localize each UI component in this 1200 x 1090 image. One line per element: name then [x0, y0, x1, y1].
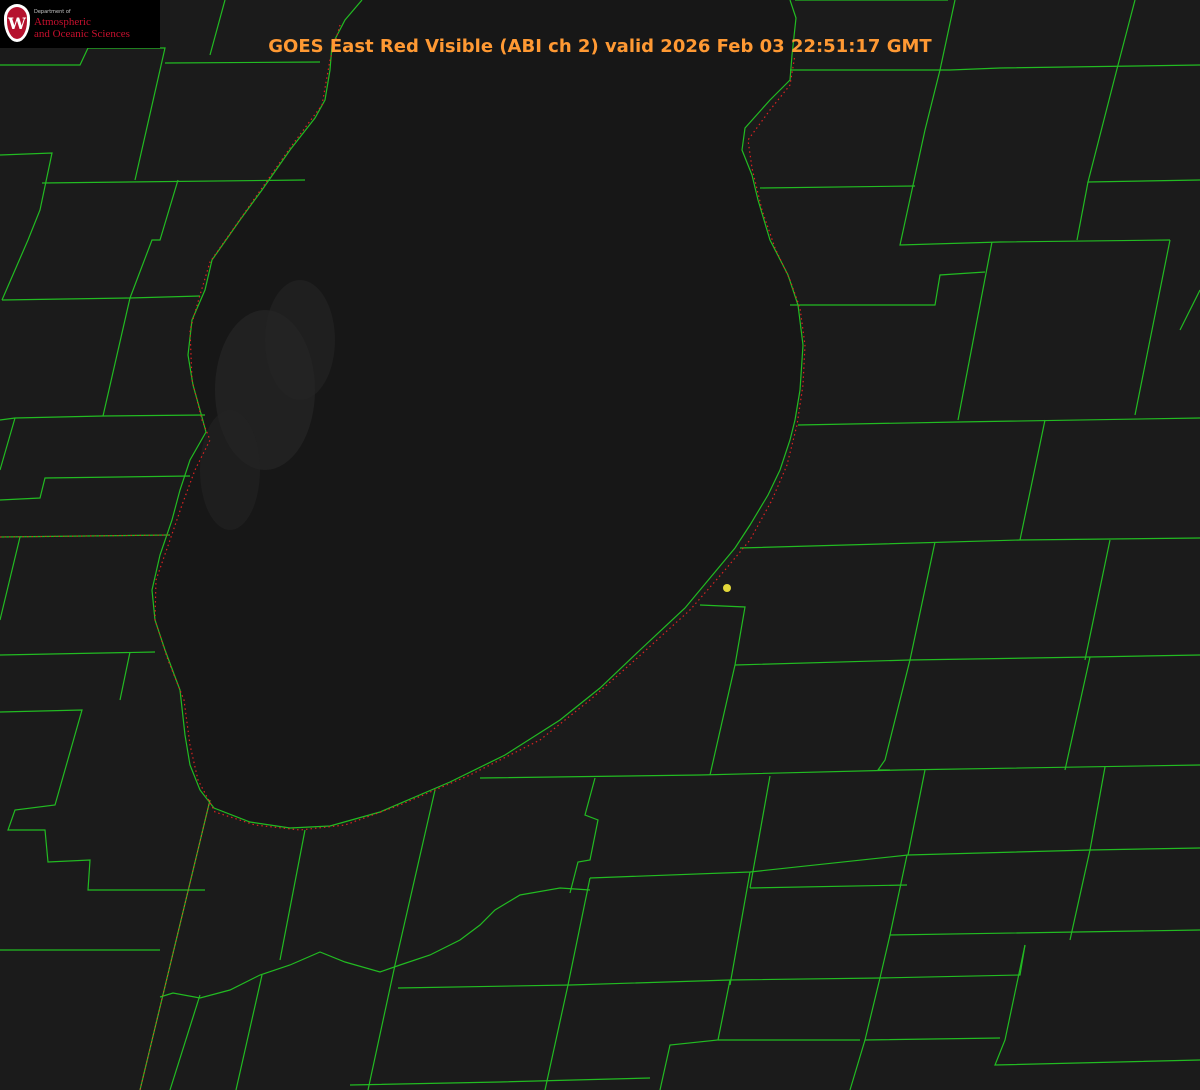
lake-effect-cloud [265, 280, 335, 400]
crest-letter: W [7, 7, 27, 39]
logo-department: Department of [34, 9, 71, 15]
location-dot-icon [723, 584, 731, 592]
lake-effect-cloud [200, 410, 260, 530]
image-title: GOES East Red Visible (ABI ch 2) valid 2… [268, 36, 932, 57]
logo-name-line1: Atmospheric [34, 16, 91, 28]
satellite-map [0, 0, 1200, 1090]
